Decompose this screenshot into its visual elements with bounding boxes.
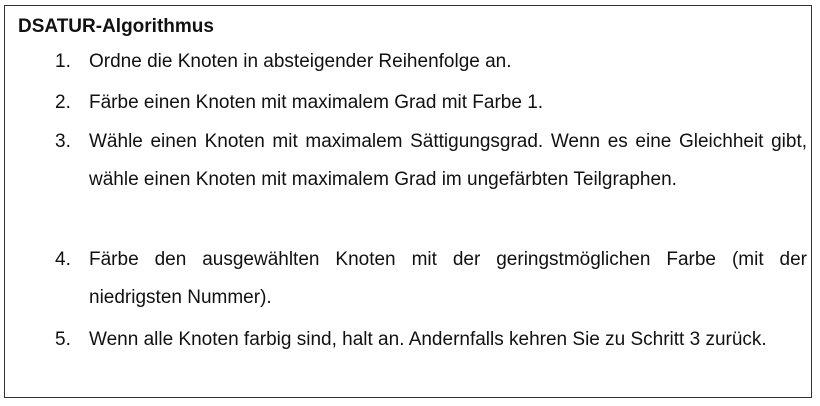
step-text: Ordne die Knoten in absteigender Reihenf…	[89, 51, 512, 72]
algorithm-box: DSATUR-Algorithmus 1. Ordne die Knoten i…	[4, 5, 812, 398]
step-text: Wenn alle Knoten farbig sind, halt an. A…	[89, 329, 767, 350]
step-number: 1.	[55, 51, 71, 72]
step-number: 4.	[55, 249, 71, 270]
step-text: Wähle einen Knoten mit maximalem Sättigu…	[89, 131, 807, 190]
step-number: 2.	[55, 92, 71, 113]
step-number: 3.	[55, 131, 71, 152]
step-text: Färbe den ausgewählten Knoten mit der ge…	[89, 249, 807, 308]
step-number: 5.	[55, 329, 71, 350]
algorithm-title: DSATUR-Algorithmus	[18, 16, 214, 37]
step-text: Färbe einen Knoten mit maximalem Grad mi…	[89, 92, 544, 113]
